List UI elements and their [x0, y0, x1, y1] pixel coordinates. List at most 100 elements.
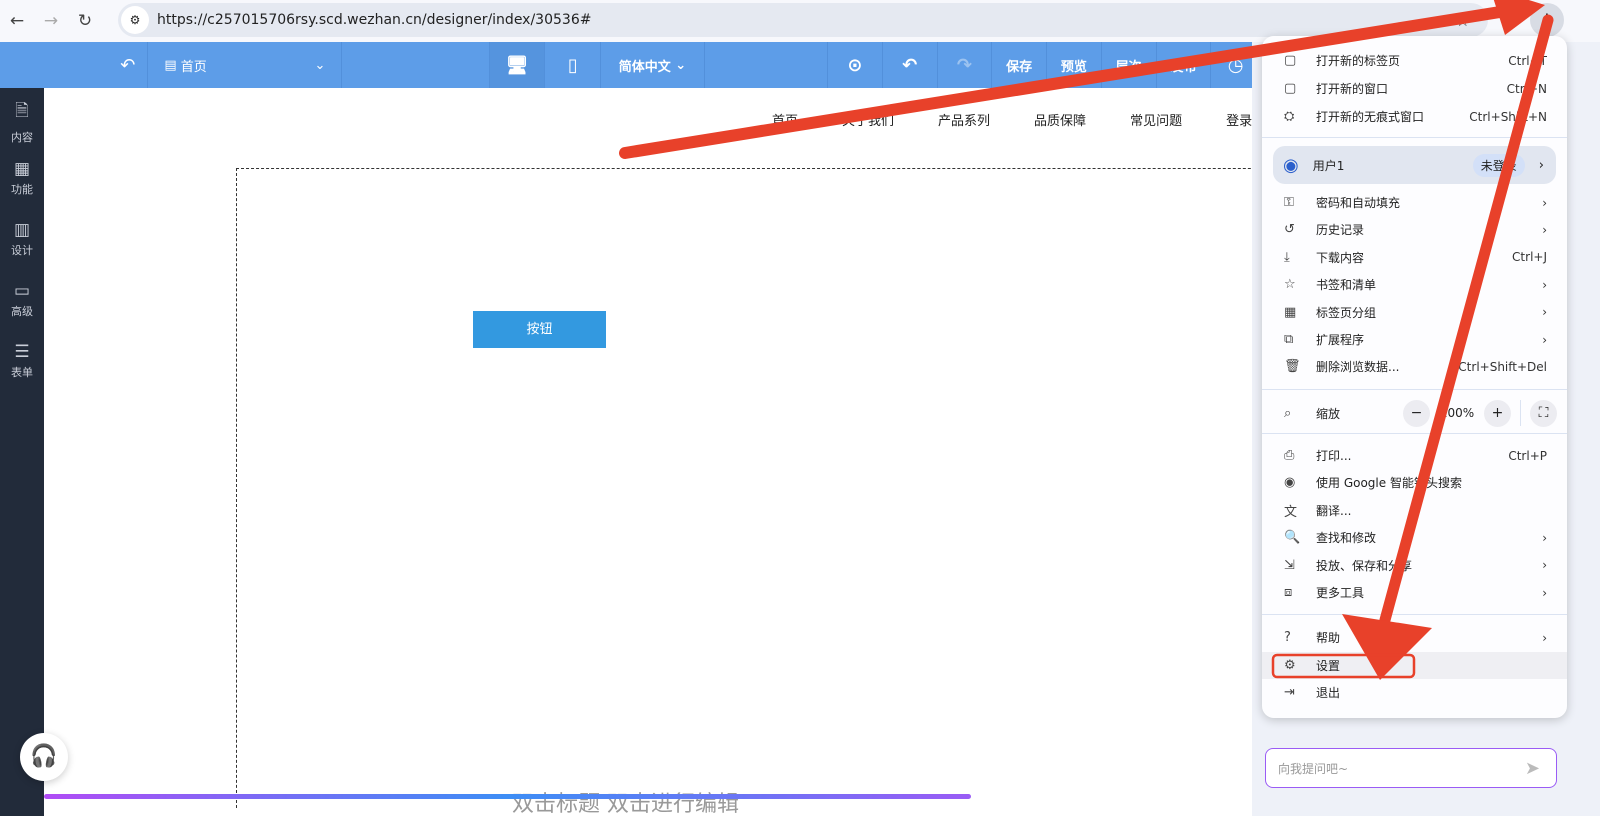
zoom-icon: ⌕ — [1284, 405, 1292, 421]
menu-item[interactable]: ⚿ 密码和自动填充 › — [1262, 189, 1567, 216]
url-text[interactable]: https://c257015706rsy.scd.wezhan.cn/desi… — [157, 12, 591, 28]
nav-item[interactable]: 登录 — [1226, 110, 1252, 129]
menu-item[interactable]: ⧉ 扩展程序 › — [1262, 326, 1567, 353]
menu-shortcut: › — [1542, 332, 1547, 347]
menu-icon: ⇥ — [1284, 685, 1295, 700]
publish-button[interactable]: 发布 — [1155, 42, 1211, 88]
menu-icon: ⇲ — [1284, 557, 1295, 573]
more-icon[interactable]: ⊙ — [827, 42, 882, 88]
back-icon[interactable]: ← — [0, 11, 34, 31]
menu-shortcut: › — [1542, 222, 1547, 237]
layers-button[interactable]: 层次 — [1100, 42, 1156, 88]
menu-item-label: 帮助 — [1316, 631, 1341, 645]
menu-item-label: 打开新的无痕式窗口 — [1316, 110, 1425, 124]
menu-item-label: 使用 Google 智能镜头搜索 — [1316, 476, 1462, 491]
fullscreen-button[interactable]: ⛶ — [1530, 399, 1557, 427]
preview-button[interactable]: 预览 — [1046, 42, 1101, 88]
menu-item-label: 打印... — [1316, 449, 1352, 463]
menu-shortcut: Ctrl+Shift+Del — [1458, 359, 1547, 374]
menu-icon: ⎙ — [1284, 448, 1295, 463]
menu-shortcut: › — [1542, 558, 1547, 573]
bookmark-star-icon[interactable]: ☆ — [1456, 11, 1470, 30]
chevron-right-icon: › — [1538, 157, 1544, 173]
menu-shortcut: Ctrl+P — [1508, 448, 1547, 463]
nav-item[interactable]: 常见问题 — [1130, 110, 1182, 129]
sidebar-item-function[interactable]: ▦ 功能 — [0, 149, 44, 210]
menu-icon: ↺ — [1284, 222, 1295, 238]
headset-support-icon[interactable]: 🎧 — [20, 733, 68, 781]
menu-item[interactable]: ☆ 书签和清单 › — [1262, 271, 1567, 298]
menu-item[interactable]: ▢ 打开新的窗口 Ctrl+N — [1262, 75, 1567, 102]
back-icon[interactable]: ↶ — [0, 55, 147, 76]
menu-item[interactable]: ↺ 历史记录 › — [1262, 216, 1567, 243]
menu-icon: ⤓ — [1284, 249, 1290, 265]
menu-item[interactable]: ⛭ 打开新的无痕式窗口 Ctrl+Shift+N — [1262, 103, 1567, 130]
menu-item[interactable]: ⎙ 打印... Ctrl+P — [1262, 442, 1567, 469]
menu-icon: ⚙ — [1284, 657, 1296, 673]
menu-item-label: 退出 — [1316, 686, 1341, 700]
language-select[interactable]: 简体中文 ⌄ — [600, 42, 704, 88]
menu-item[interactable]: ⧈ 更多工具 › — [1262, 579, 1567, 606]
nav-item[interactable]: 关于我们 — [842, 110, 894, 129]
menu-item-label: 翻译... — [1316, 503, 1352, 518]
profile-row[interactable]: ◉ 用户1 未登录 › — [1273, 146, 1556, 184]
sign-in-status: 未登录 — [1472, 153, 1525, 177]
nav-item[interactable]: 品质保障 — [1034, 110, 1086, 129]
menu-shortcut: Ctrl+J — [1512, 250, 1547, 265]
forward-icon[interactable]: → — [34, 11, 68, 31]
menu-item-label: 设置 — [1316, 658, 1341, 673]
menu-shortcut: › — [1542, 305, 1547, 320]
browser-menu-button[interactable]: ⋮ — [1530, 3, 1564, 37]
page-icon: ▤ — [164, 57, 181, 73]
nav-item[interactable]: 首页 — [772, 110, 798, 129]
browser-menu: ▢ 打开新的标签页 Ctrl+T ▢ 打开新的窗口 Ctrl+N ⛭ 打开新的无痕式窗口 Ctr… — [1262, 36, 1567, 718]
menu-item-label: 书签和清单 — [1316, 278, 1377, 293]
menu-item[interactable]: 文 翻译... — [1262, 497, 1567, 524]
left-sidebar: 🗎 内容 ▦ 功能 ▥ 设计 ▭ 高级 ☰ 表单 — [0, 88, 44, 816]
menu-item[interactable]: ⚙ 设置 — [1262, 651, 1567, 679]
send-icon[interactable]: ➤ — [1525, 758, 1540, 779]
site-info-icon[interactable]: ⚙ — [121, 6, 149, 34]
address-bar[interactable]: ⚙ https://c257015706rsy.scd.wezhan.cn/de… — [118, 3, 1488, 37]
sidebar-item-form[interactable]: ☰ 表单 — [0, 332, 44, 393]
menu-item[interactable]: ⇥ 退出 — [1262, 679, 1567, 706]
zoom-out-button[interactable]: − — [1403, 399, 1430, 427]
canvas-button[interactable]: 按钮 — [473, 311, 606, 348]
nav-item[interactable]: 产品系列 — [938, 110, 990, 129]
menu-item-label: 标签页分组 — [1316, 305, 1377, 320]
page-select[interactable]: ▤ 首页 ⌄ — [147, 42, 341, 88]
menu-item-label: 删除浏览数据... — [1316, 360, 1400, 375]
reload-icon[interactable]: ↻ — [68, 11, 102, 31]
menu-icon: 🔍 — [1284, 530, 1301, 546]
sidebar-item-content[interactable]: 🗎 内容 — [0, 88, 44, 149]
sidebar-item-advanced[interactable]: ▭ 高级 — [0, 271, 44, 332]
menu-shortcut: Ctrl+T — [1508, 53, 1547, 68]
menu-icon: ☆ — [1284, 277, 1296, 293]
save-button[interactable]: 保存 — [991, 42, 1046, 88]
menu-shortcut: › — [1542, 195, 1547, 210]
menu-item[interactable]: ⤓ 下载内容 Ctrl+J — [1262, 244, 1567, 271]
edit-canvas[interactable] — [236, 168, 1336, 808]
menu-item[interactable]: ⇲ 投放、保存和分享 › — [1262, 552, 1567, 579]
undo-icon[interactable]: ↶ — [881, 42, 937, 88]
zoom-in-button[interactable]: + — [1484, 399, 1511, 427]
menu-item-label: 密码和自动填充 — [1316, 196, 1401, 210]
sidebar-item-design[interactable]: ▥ 设计 — [0, 210, 44, 271]
menu-item[interactable]: ▢ 打开新的标签页 Ctrl+T — [1262, 47, 1567, 74]
mobile-view-button[interactable]: ▯ — [544, 42, 600, 88]
chat-input[interactable]: 向我提问吧~ ➤ — [1265, 748, 1557, 788]
menu-item[interactable]: ◉ 使用 Google 智能镜头搜索 — [1262, 469, 1567, 496]
desktop-view-button[interactable]: 🖥 — [488, 42, 545, 88]
content-icon: 🗎 — [15, 101, 29, 121]
zoom-row: ⌕ 缩放 −100% + ⛶ — [1262, 398, 1567, 428]
menu-item-label: 下载内容 — [1316, 250, 1365, 265]
redo-icon[interactable]: ↷ — [936, 42, 992, 88]
menu-item[interactable]: 🔍 查找和修改 › — [1262, 524, 1567, 551]
designer-toolbar: ↶ ▤ 首页 ⌄ 🖥 ▯ 简体中文 ⌄ ⊙ ↶ ↷ 保存 预览 层次 发布 ◷ — [0, 42, 1260, 88]
menu-icon: 🗑 — [1284, 359, 1301, 375]
menu-item[interactable]: 🗑 删除浏览数据... Ctrl+Shift+Del — [1262, 353, 1567, 380]
menu-item[interactable]: ? 帮助 › — [1262, 624, 1567, 651]
menu-item[interactable]: ▦ 标签页分组 › — [1262, 299, 1567, 326]
profile-icon: ◉ — [1283, 154, 1299, 176]
chevron-down-icon: ⌄ — [314, 57, 326, 73]
